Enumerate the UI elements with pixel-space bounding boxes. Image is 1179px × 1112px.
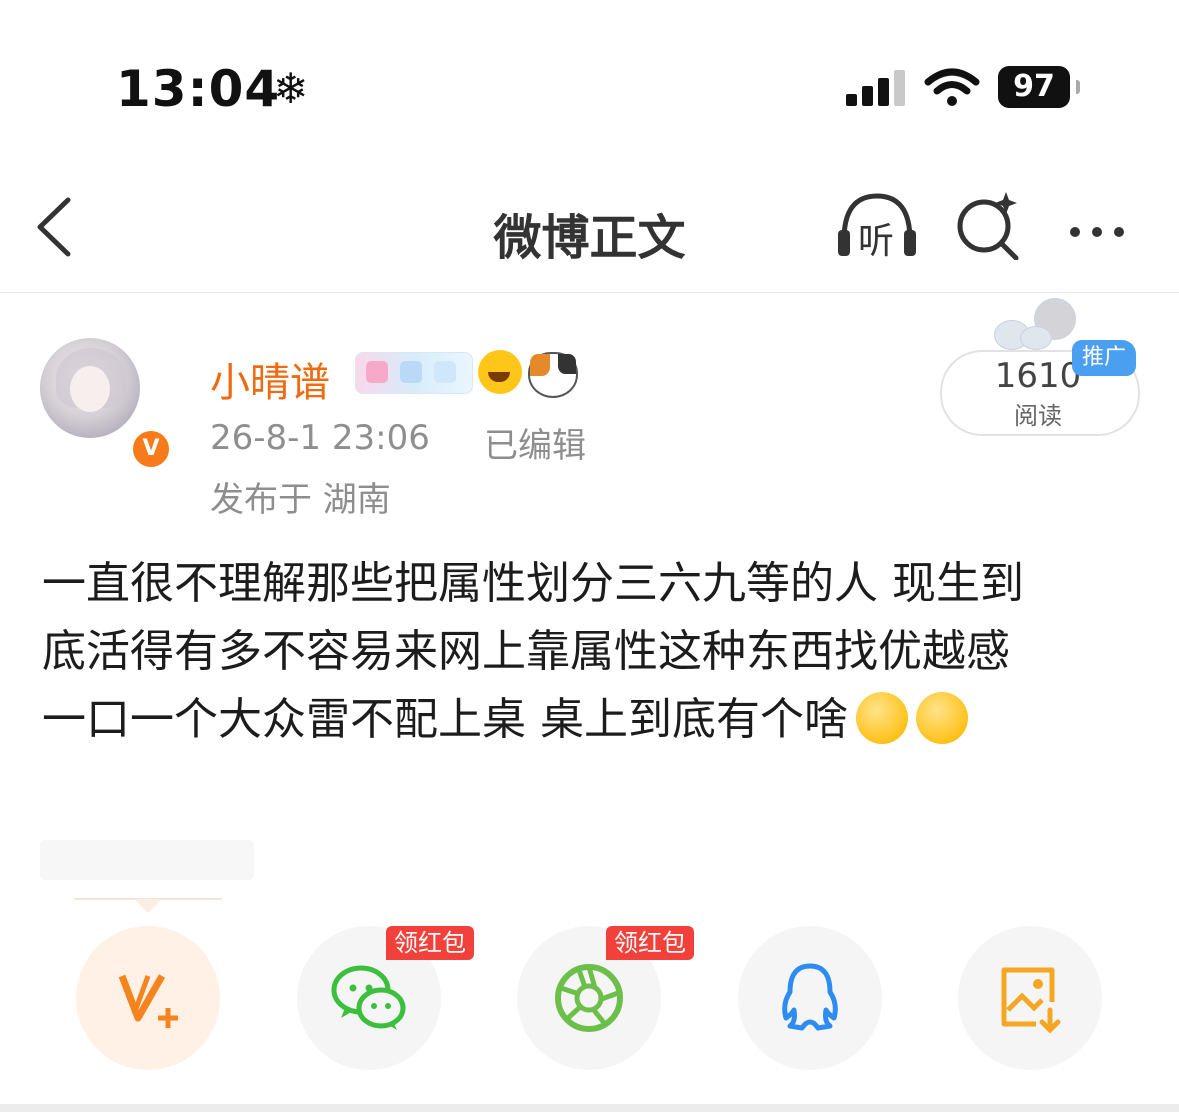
author-name[interactable]: 小晴谱 [210,350,330,408]
cellular-signal-icon [846,70,906,106]
share-vplus-button[interactable] [76,926,220,1070]
save-image-button[interactable] [958,926,1102,1070]
cat-emoji-icon [528,352,578,398]
post-time: 26-8-1 23:06 [210,418,430,458]
sleepy-emoji-icon [856,692,908,744]
snowflake-icon: ❄ [273,64,309,113]
more-options-icon[interactable] [1070,222,1136,241]
share-qq-button[interactable] [738,926,882,1070]
verified-badge: V [130,428,172,470]
tooltip-arrow [134,899,162,913]
post-line: 一口一个大众雷不配上桌 桌上到底有个啥 [42,694,848,745]
moments-icon [555,964,623,1032]
moon-emoji-icon [478,350,522,394]
edited-label[interactable]: 已编辑 [484,418,586,467]
post-line: 一直很不理解那些把属性划分三六九等的人 现生到 [42,558,1024,609]
listen-label: 听 [858,221,895,262]
save-image-icon [1001,967,1061,1034]
qq-icon [782,963,838,1031]
vplus-icon [118,974,178,1028]
promote-badge[interactable]: 推广 [1072,340,1136,376]
bear-decoration-icon [990,296,1082,350]
member-badge-icon[interactable] [355,352,473,394]
bottom-edge [0,1104,1179,1112]
post-content: 一直很不理解那些把属性划分三六九等的人 现生到 底活得有多不容易来网上靠属性这种… [42,550,1132,754]
post-line-last: 一口一个大众雷不配上桌 桌上到底有个啥 [42,686,1132,754]
redpack-badge[interactable]: 领红包 [606,926,694,960]
faded-text-placeholder [40,840,254,880]
listen-button[interactable]: 听 [836,190,918,262]
redpack-badge[interactable]: 领红包 [386,926,474,960]
wechat-icon [331,965,406,1030]
read-count-label: 阅读 [1014,402,1062,430]
post-line: 底活得有多不容易来网上靠属性这种东西找优越感 [42,626,1010,677]
post-location: 发布于 湖南 [210,480,391,520]
status-time: 13:04 [116,60,281,118]
wifi-icon [924,68,980,106]
sleepy-emoji-icon [916,692,968,744]
nav-divider [0,292,1179,293]
search-icon[interactable] [954,190,1024,260]
battery-icon: 97 [998,66,1080,108]
avatar[interactable] [40,338,140,438]
battery-level: 97 [998,66,1070,108]
